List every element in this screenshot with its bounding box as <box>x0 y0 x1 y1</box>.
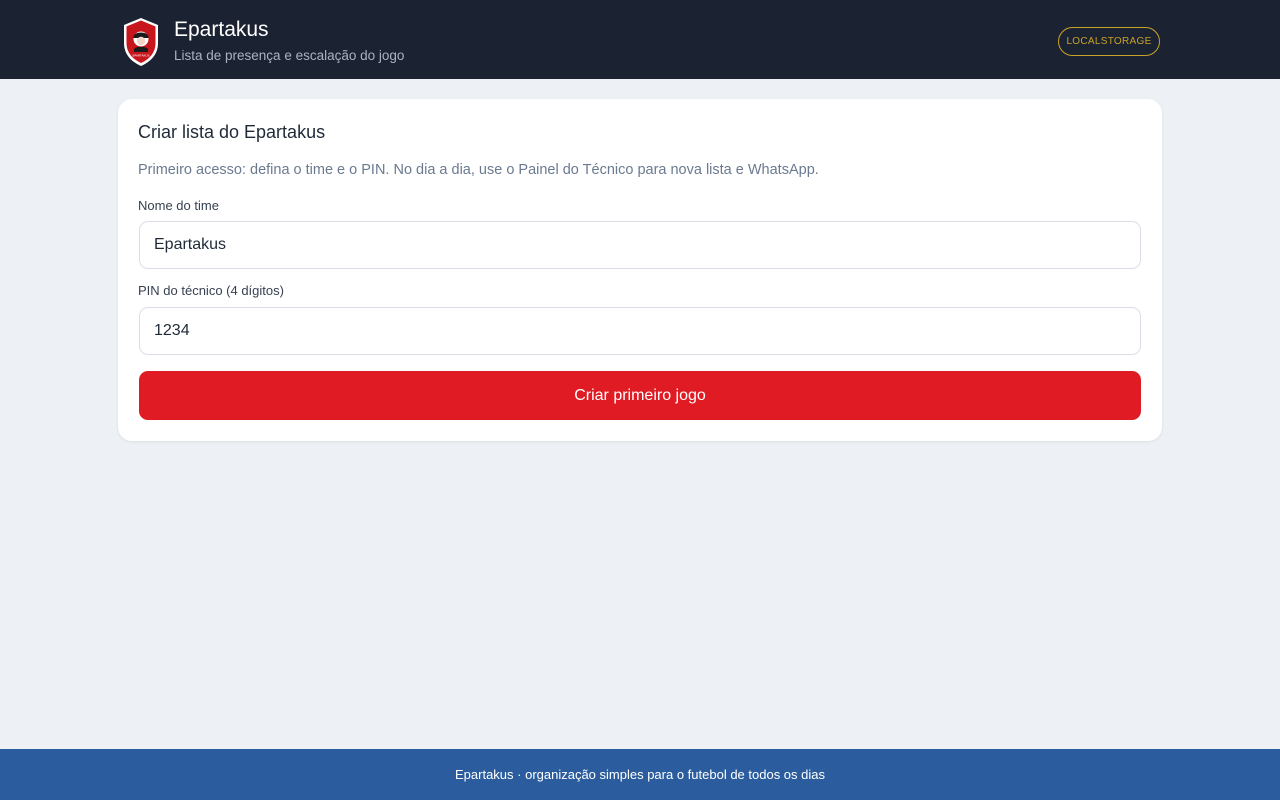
team-name-input[interactable] <box>139 221 1141 269</box>
create-list-card: Criar lista do Epartakus Primeiro acesso… <box>118 99 1162 441</box>
app-subtitle: Lista de presença e escalação do jogo <box>174 48 405 63</box>
footer: Epartakus · organização simples para o f… <box>0 749 1280 800</box>
team-crest-icon: EPARTAKUS <box>124 18 158 66</box>
footer-text: Epartakus · organização simples para o f… <box>455 767 825 782</box>
storage-mode-badge[interactable]: LOCALSTORAGE <box>1058 27 1160 56</box>
brand-text: Epartakus Lista de presença e escalação … <box>174 17 404 65</box>
card-title: Criar lista do Epartakus <box>138 122 326 142</box>
card-description: Primeiro acesso: defina o time e o PIN. … <box>138 162 819 178</box>
brand: EPARTAKUS Epartakus Lista de presença e … <box>122 17 404 67</box>
app-title: Epartakus <box>174 18 269 41</box>
crest-text: EPARTAKUS <box>132 54 149 58</box>
create-first-game-button[interactable]: Criar primeiro jogo <box>139 371 1141 420</box>
top-header: EPARTAKUS Epartakus Lista de presença e … <box>0 0 1280 79</box>
pin-label: PIN do técnico (4 dígitos) <box>138 283 284 298</box>
team-name-label: Nome do time <box>138 198 219 213</box>
pin-input[interactable] <box>139 307 1141 355</box>
